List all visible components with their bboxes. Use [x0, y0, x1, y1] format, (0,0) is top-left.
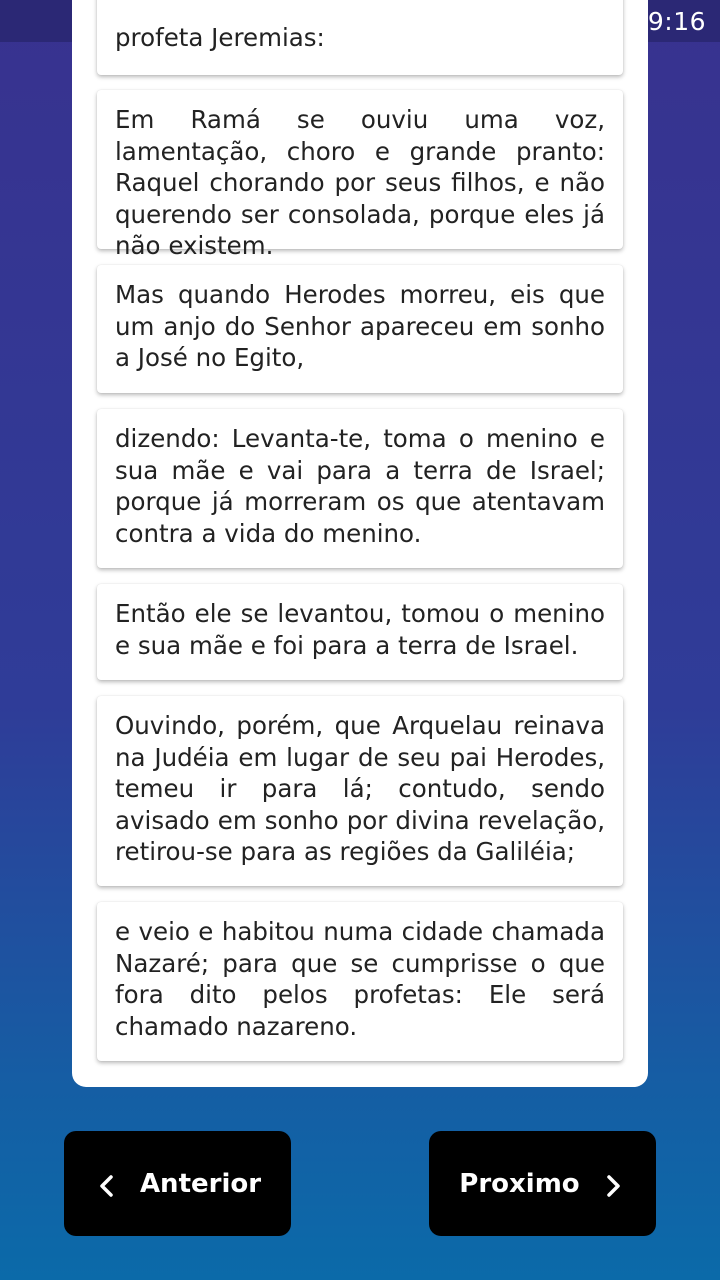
verse-text: Mas quando Herodes morreu, eis que um an… [115, 280, 605, 372]
verse-card: Em Ramá se ouviu uma voz, lamentação, ch… [97, 90, 623, 260]
previous-button[interactable]: Anterior [64, 1131, 291, 1236]
verse-card: Ouvindo, porém, que Arquelau reinava na … [97, 696, 623, 886]
chevron-left-icon [94, 1174, 118, 1198]
verse-panel[interactable]: profeta Jeremias: Em Ramá se ouviu uma v… [72, 0, 648, 1087]
verse-text: e veio e habitou numa cidade chamada Naz… [115, 917, 605, 1041]
verse-text: profeta Jeremias: [115, 23, 325, 52]
verse-text: dizendo: Levanta-te, toma o menino e sua… [115, 424, 605, 548]
verse-card: dizendo: Levanta-te, toma o menino e sua… [97, 409, 623, 568]
next-button[interactable]: Proximo [429, 1131, 656, 1236]
verse-card: Então ele se levantou, tomou o menino e … [97, 584, 623, 680]
verse-text: Em Ramá se ouviu uma voz, lamentação, ch… [115, 105, 605, 260]
chevron-right-icon [602, 1174, 626, 1198]
verse-text: Ouvindo, porém, que Arquelau reinava na … [115, 711, 605, 866]
verse-card: Mas quando Herodes morreu, eis que um an… [97, 265, 623, 393]
verse-text: Então ele se levantou, tomou o menino e … [115, 599, 605, 660]
previous-button-label: Anterior [139, 1168, 262, 1199]
verse-card: e veio e habitou numa cidade chamada Naz… [97, 902, 623, 1061]
next-button-label: Proximo [459, 1168, 580, 1199]
verse-card: profeta Jeremias: [97, 0, 623, 75]
